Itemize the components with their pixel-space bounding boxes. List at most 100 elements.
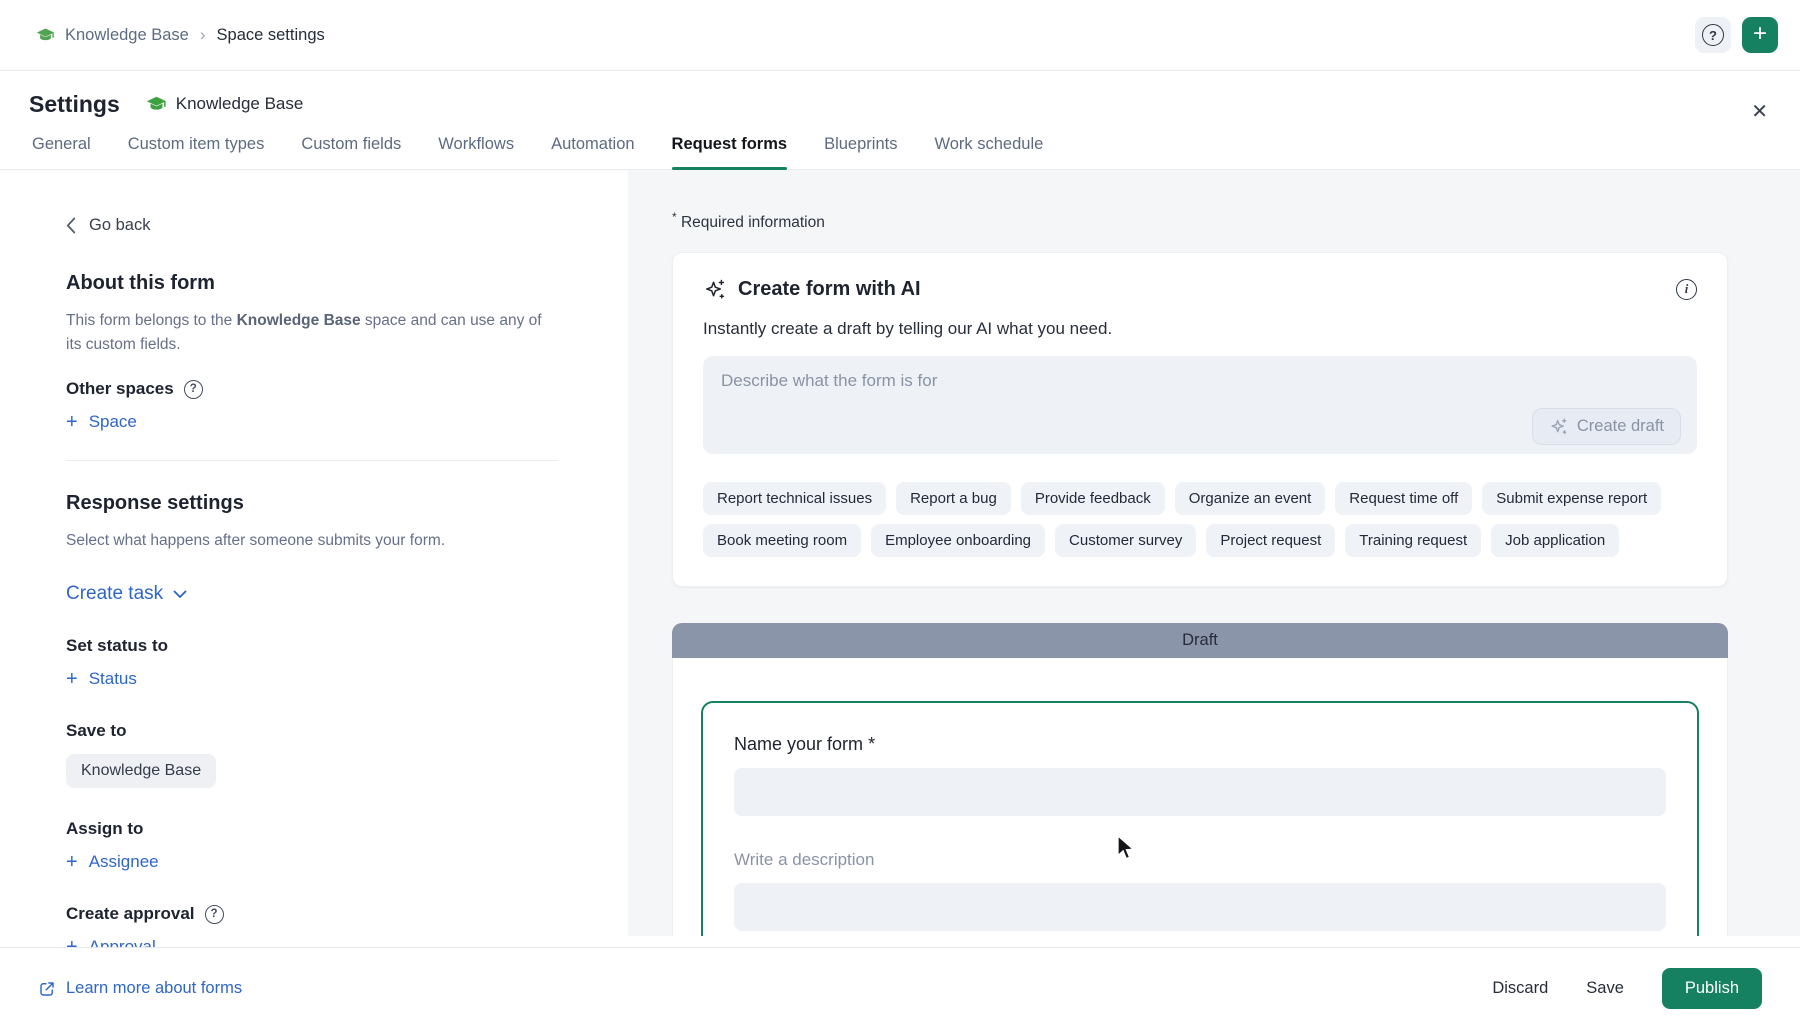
learn-more-label: Learn more about forms: [66, 979, 242, 998]
chevron-right-icon: ›: [200, 25, 206, 45]
breadcrumb-space-label: Knowledge Base: [65, 26, 189, 45]
suggestion-chip[interactable]: Request time off: [1335, 482, 1472, 515]
tab-custom-item-types[interactable]: Custom item types: [128, 135, 265, 169]
tab-blueprints[interactable]: Blueprints: [824, 135, 897, 169]
suggestion-chip[interactable]: Training request: [1345, 524, 1481, 557]
learn-more-link[interactable]: Learn more about forms: [38, 979, 242, 998]
save-to-heading: Save to: [66, 721, 558, 741]
set-status-group: Set status to + Status: [66, 636, 558, 690]
go-back-link[interactable]: Go back: [66, 216, 558, 235]
about-form-title: About this form: [66, 272, 558, 295]
form-description-input[interactable]: [734, 883, 1666, 931]
plus-icon: +: [1753, 22, 1767, 46]
form-title-block: Name your form * Write a description: [701, 701, 1699, 936]
save-button[interactable]: Save: [1586, 979, 1624, 998]
about-form-description: This form belongs to the Knowledge Base …: [66, 309, 544, 357]
required-asterisk: *: [868, 734, 875, 754]
save-to-value-chip[interactable]: Knowledge Base: [66, 754, 216, 788]
suggestion-chip[interactable]: Employee onboarding: [871, 524, 1045, 557]
tab-work-schedule[interactable]: Work schedule: [934, 135, 1043, 169]
draft-form-section: Draft Name your form * Write a descripti…: [672, 623, 1728, 936]
ai-card-title: Create form with AI: [738, 278, 921, 301]
draft-form-body: Name your form * Write a description: [672, 658, 1728, 936]
graduation-cap-icon: [146, 94, 167, 115]
tab-automation[interactable]: Automation: [551, 135, 634, 169]
graduation-cap-icon: [36, 26, 55, 45]
form-builder-content: * Required information Create form with …: [628, 170, 1800, 936]
create-new-button[interactable]: +: [1742, 17, 1778, 53]
settings-body: Go back About this form This form belong…: [0, 170, 1800, 936]
breadcrumb-current-page: Space settings: [217, 26, 325, 45]
suggestion-chip[interactable]: Organize an event: [1175, 482, 1326, 515]
create-approval-heading: Create approval ?: [66, 904, 558, 924]
settings-header: Settings Knowledge Base ✕ General Custom…: [0, 71, 1800, 170]
info-icon[interactable]: i: [1676, 279, 1697, 300]
tab-request-forms[interactable]: Request forms: [672, 135, 788, 169]
tab-workflows[interactable]: Workflows: [438, 135, 514, 169]
breadcrumb: Knowledge Base › Space settings: [36, 25, 325, 45]
help-circle-icon[interactable]: ?: [205, 905, 224, 924]
chevron-left-icon: [66, 217, 76, 234]
settings-title-row: Settings Knowledge Base ✕: [29, 71, 1800, 119]
other-spaces-heading: Other spaces ?: [66, 379, 558, 399]
add-assignee-link[interactable]: + Assignee: [66, 852, 159, 872]
publish-button[interactable]: Publish: [1662, 968, 1762, 1009]
add-status-link[interactable]: + Status: [66, 669, 137, 689]
form-name-input[interactable]: [734, 768, 1666, 816]
top-bar: Knowledge Base › Space settings ? +: [0, 0, 1800, 71]
page-title: Settings: [29, 91, 120, 118]
sidebar-divider: [66, 460, 558, 461]
footer-actions: Discard Save Publish: [1492, 968, 1762, 1009]
form-settings-sidebar: Go back About this form This form belong…: [0, 170, 628, 936]
form-name-label: Name your form *: [734, 734, 1666, 755]
discard-button[interactable]: Discard: [1492, 979, 1548, 998]
add-space-link[interactable]: + Space: [66, 412, 137, 432]
topbar-actions: ? +: [1695, 17, 1778, 53]
ai-card-subtitle: Instantly create a draft by telling our …: [703, 319, 1697, 339]
ai-card-header: Create form with AI i: [703, 278, 1697, 301]
suggestion-chip[interactable]: Book meeting room: [703, 524, 861, 557]
plus-icon: +: [66, 852, 78, 872]
breadcrumb-space-link[interactable]: Knowledge Base: [36, 26, 189, 45]
help-button[interactable]: ?: [1695, 17, 1731, 53]
chevron-down-icon: [173, 590, 187, 599]
ai-sparkle-icon: [703, 278, 726, 301]
save-to-group: Save to Knowledge Base: [66, 721, 558, 788]
suggestion-chip[interactable]: Provide feedback: [1021, 482, 1165, 515]
close-icon: ✕: [1751, 101, 1768, 123]
create-draft-button[interactable]: Create draft: [1532, 408, 1681, 445]
suggestion-chip[interactable]: Report technical issues: [703, 482, 886, 515]
space-settings-page: Knowledge Base › Space settings ? + Sett…: [0, 0, 1800, 1029]
response-settings-title: Response settings: [66, 492, 558, 515]
plus-icon: +: [66, 669, 78, 689]
response-settings-description: Select what happens after someone submit…: [66, 529, 544, 553]
tab-custom-fields[interactable]: Custom fields: [301, 135, 401, 169]
suggestion-chip[interactable]: Job application: [1491, 524, 1619, 557]
settings-tabs: General Custom item types Custom fields …: [29, 119, 1800, 169]
tab-general[interactable]: General: [32, 135, 91, 169]
create-form-with-ai-card: Create form with AI i Instantly create a…: [672, 252, 1728, 587]
suggestion-chip[interactable]: Customer survey: [1055, 524, 1196, 557]
ai-prompt-area: Create draft: [703, 356, 1697, 459]
close-settings-button[interactable]: ✕: [1751, 99, 1768, 124]
help-circle-icon[interactable]: ?: [184, 380, 203, 399]
required-information-note: * Required information: [672, 210, 1728, 232]
assign-to-group: Assign to + Assignee: [66, 819, 558, 873]
suggestion-chip[interactable]: Report a bug: [896, 482, 1011, 515]
form-description-label: Write a description: [734, 850, 1666, 870]
plus-icon: +: [66, 412, 78, 432]
assign-to-heading: Assign to: [66, 819, 558, 839]
ai-sparkle-icon: [1549, 417, 1568, 436]
create-draft-label: Create draft: [1577, 417, 1664, 436]
settings-space-name: Knowledge Base: [176, 94, 304, 114]
set-status-heading: Set status to: [66, 636, 558, 656]
go-back-label: Go back: [89, 216, 150, 235]
ai-suggestion-chips: Report technical issues Report a bug Pro…: [703, 482, 1697, 557]
external-link-icon: [38, 980, 56, 998]
create-task-dropdown[interactable]: Create task: [66, 583, 187, 605]
suggestion-chip[interactable]: Submit expense report: [1482, 482, 1661, 515]
question-circle-icon: ?: [1702, 24, 1724, 46]
suggestion-chip[interactable]: Project request: [1206, 524, 1335, 557]
bottom-action-bar: Learn more about forms Discard Save Publ…: [0, 947, 1800, 1029]
draft-status-banner: Draft: [672, 623, 1728, 658]
